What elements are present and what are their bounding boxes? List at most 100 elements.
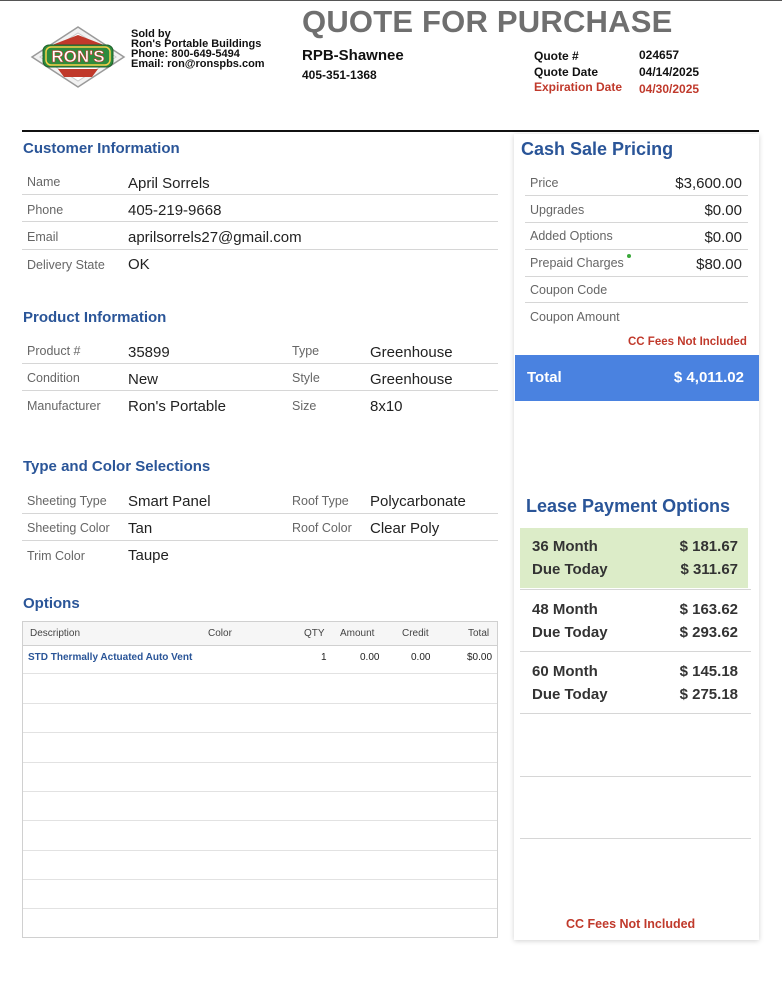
roof-type-label: Roof Type <box>292 494 349 508</box>
coupon-amount-label: Coupon Amount <box>530 310 620 324</box>
cash-pricing-title: Cash Sale Pricing <box>521 139 674 159</box>
header-divider <box>22 130 759 132</box>
option-amount: 0.00 <box>360 652 380 663</box>
table-row-divider <box>23 703 497 704</box>
row-divider <box>525 222 748 223</box>
lease-due-label: Due Today <box>532 686 608 703</box>
size: 8x10 <box>370 398 403 415</box>
delivery-state: OK <box>128 256 150 273</box>
upgrades-label: Upgrades <box>530 203 585 217</box>
col-credit: Credit <box>402 628 429 639</box>
lease-divider <box>520 651 751 652</box>
option-description: STD Thermally Actuated Auto Vent <box>28 652 193 663</box>
product-type: Greenhouse <box>370 344 453 361</box>
lease-title: Lease Payment Options <box>526 496 731 516</box>
lease-divider <box>520 776 751 777</box>
col-color: Color <box>208 628 232 639</box>
quote-date: 04/14/2025 <box>639 65 700 79</box>
selections-section-title: Type and Color Selections <box>23 458 211 475</box>
condition: New <box>128 371 159 388</box>
row-divider <box>22 540 498 541</box>
table-row-divider <box>23 673 497 674</box>
row-divider <box>22 513 498 514</box>
sheeting-type-label: Sheeting Type <box>27 494 107 508</box>
quote-date-label: Quote Date <box>534 65 599 79</box>
manufacturer-label: Manufacturer <box>27 399 101 413</box>
customer-email: aprilsorrels27@gmail.com <box>128 229 302 246</box>
lease-cc-fees-note: CC Fees Not Included <box>566 917 696 931</box>
option-total: $0.00 <box>467 652 493 663</box>
customer-section-title: Customer Information <box>23 140 180 157</box>
lease-due-label: Due Today <box>532 624 608 641</box>
lease-divider <box>520 713 751 714</box>
option-credit: 0.00 <box>411 652 431 663</box>
upgrades-value: $0.00 <box>704 202 742 219</box>
quote-number-label: Quote # <box>534 49 579 63</box>
table-row-divider <box>23 879 497 880</box>
roof-type: Polycarbonate <box>370 493 466 510</box>
customer-phone-label: Phone <box>27 203 64 217</box>
lease-due: $ 275.18 <box>679 686 738 703</box>
expiration-date: 04/30/2025 <box>639 82 700 96</box>
table-row-divider <box>23 791 497 792</box>
options-table-header: Description Color QTY Amount Credit Tota… <box>23 622 497 646</box>
row-divider <box>525 302 748 303</box>
cc-fees-note: CC Fees Not Included <box>628 336 747 348</box>
total-value: $ 4,011.02 <box>673 369 744 386</box>
location-name: RPB-Shawnee <box>302 47 404 64</box>
col-amount: Amount <box>340 628 375 639</box>
prepaid-charges-value: $80.00 <box>696 256 742 273</box>
col-description: Description <box>30 628 81 639</box>
row-divider <box>525 249 748 250</box>
coupon-code-label: Coupon Code <box>530 283 608 297</box>
lease-monthly: $ 145.18 <box>679 663 738 680</box>
lease-due-label: Due Today <box>532 561 608 578</box>
logo-text: RON'S <box>51 47 104 66</box>
options-table: Description Color QTY Amount Credit Tota… <box>22 621 498 938</box>
customer-email-label: Email <box>27 230 59 244</box>
lease-term: 60 Month <box>532 663 598 680</box>
option-qty: 1 <box>321 652 327 663</box>
style-label: Style <box>292 371 320 385</box>
sheeting-color: Tan <box>128 520 153 537</box>
lease-divider <box>520 589 751 590</box>
trim-color: Taupe <box>128 547 169 564</box>
sheeting-type: Smart Panel <box>128 493 211 510</box>
lease-due: $ 311.67 <box>680 561 738 578</box>
lease-term: 48 Month <box>532 601 598 618</box>
product-type-label: Type <box>292 344 320 358</box>
expiration-label: Expiration Date <box>534 80 623 94</box>
col-qty: QTY <box>304 628 325 639</box>
price-label: Price <box>530 176 559 190</box>
product-section-title: Product Information <box>23 309 167 326</box>
table-row-divider <box>23 850 497 851</box>
manufacturer: Ron's Portable <box>128 398 226 415</box>
row-divider <box>22 363 498 364</box>
added-options-value: $0.00 <box>704 229 742 246</box>
location-phone: 405-351-1368 <box>302 68 377 82</box>
sheeting-color-label: Sheeting Color <box>27 521 110 535</box>
row-divider <box>22 221 498 222</box>
row-divider <box>525 276 748 277</box>
lease-term: 36 Month <box>532 538 598 555</box>
lease-divider <box>520 838 751 839</box>
condition-label: Condition <box>27 371 80 385</box>
lease-monthly: $ 181.67 <box>679 538 738 555</box>
row-divider <box>22 390 498 391</box>
row-divider <box>22 194 498 195</box>
table-row-divider <box>23 908 497 909</box>
price-value: $3,600.00 <box>675 175 742 192</box>
style: Greenhouse <box>370 371 453 388</box>
options-section-title: Options <box>23 595 80 612</box>
table-row-divider <box>23 762 497 763</box>
product-number: 35899 <box>128 344 170 361</box>
row-divider <box>525 195 748 196</box>
prepaid-charges-label: Prepaid Charges <box>530 256 624 270</box>
size-label: Size <box>292 399 317 413</box>
roof-color: Clear Poly <box>370 520 440 537</box>
roof-color-label: Roof Color <box>292 521 352 535</box>
table-row-divider <box>23 820 497 821</box>
seller-email: Email: ron@ronspbs.com <box>131 58 265 70</box>
quote-number: 024657 <box>639 48 680 62</box>
added-options-label: Added Options <box>530 229 613 243</box>
